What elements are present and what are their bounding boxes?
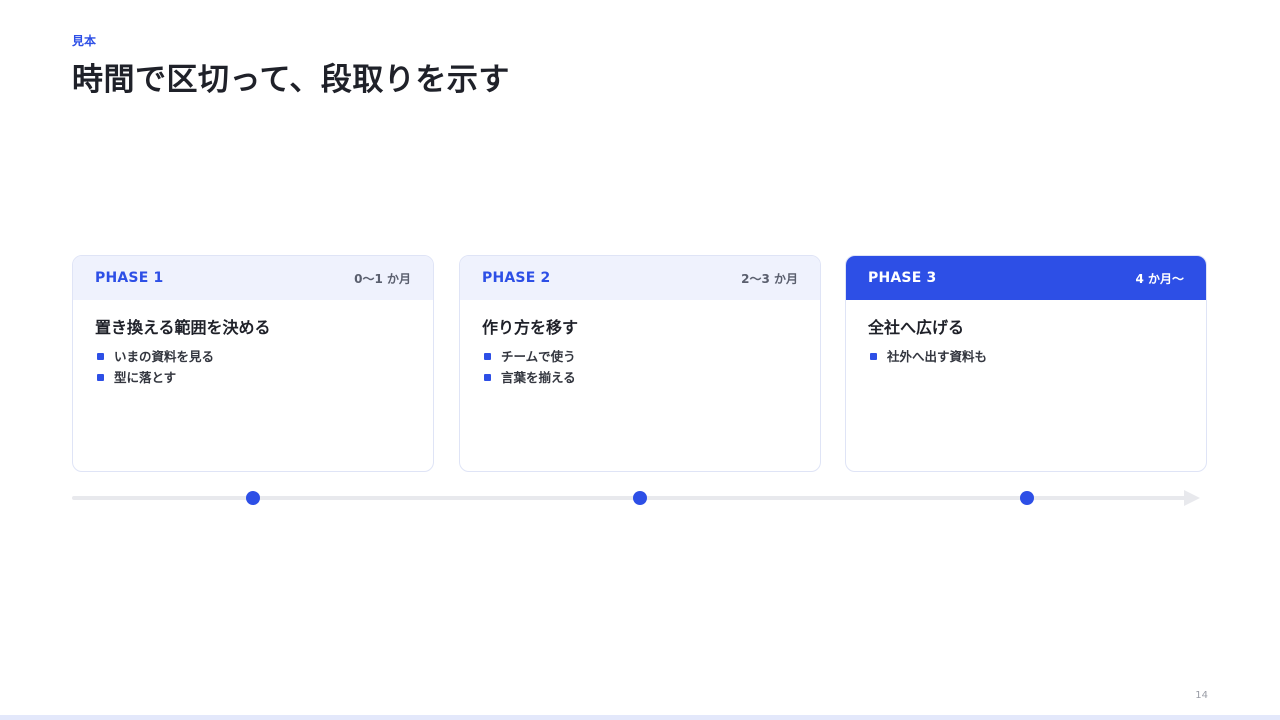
phase-card-body: 全社へ広げる 社外へ出す資料も xyxy=(846,300,1206,367)
phase-label: PHASE 1 xyxy=(95,270,164,286)
phase-card-2: PHASE 2 2〜3 か月 作り方を移す チームで使う 言葉を揃える xyxy=(459,255,821,472)
bullet-list: チームで使う 言葉を揃える xyxy=(482,346,798,388)
list-item: チームで使う xyxy=(482,346,798,367)
circle-marker-icon xyxy=(246,491,260,505)
bullet-text: 型に落とす xyxy=(114,370,177,385)
list-item: 言葉を揃える xyxy=(482,367,798,388)
eyebrow-label: 見本 xyxy=(72,34,97,48)
square-bullet-icon xyxy=(484,374,491,381)
phase-card-body: 作り方を移す チームで使う 言葉を揃える xyxy=(460,300,820,388)
bottom-accent-bar xyxy=(0,715,1280,720)
square-bullet-icon xyxy=(484,353,491,360)
bullet-text: 言葉を揃える xyxy=(501,370,576,385)
slide: 見本 時間で区切って、段取りを示す PHASE 1 0〜1 か月 置き換える範囲… xyxy=(0,0,1280,720)
bullet-text: いまの資料を見る xyxy=(114,349,215,364)
phase-title: 全社へ広げる xyxy=(868,318,965,337)
page-title: 時間で区切って、段取りを示す xyxy=(72,62,510,98)
bullet-list: 社外へ出す資料も xyxy=(868,346,1184,367)
phase-card-header: PHASE 3 4 か月〜 xyxy=(846,256,1206,300)
square-bullet-icon xyxy=(97,374,104,381)
page-number: 14 xyxy=(1195,690,1208,701)
list-item: 社外へ出す資料も xyxy=(868,346,1184,367)
bullet-text: チームで使う xyxy=(501,349,576,364)
phase-card-header: PHASE 1 0〜1 か月 xyxy=(73,256,433,300)
circle-marker-icon xyxy=(1020,491,1034,505)
list-item: いまの資料を見る xyxy=(95,346,411,367)
square-bullet-icon xyxy=(870,353,877,360)
phase-period: 0〜1 か月 xyxy=(354,271,411,286)
phase-period: 4 か月〜 xyxy=(1135,271,1184,286)
phase-title: 置き換える範囲を決める xyxy=(95,318,271,337)
phase-card-3: PHASE 3 4 か月〜 全社へ広げる 社外へ出す資料も xyxy=(845,255,1207,472)
phase-label: PHASE 2 xyxy=(482,270,551,286)
phase-period: 2〜3 か月 xyxy=(741,271,798,286)
phase-card-header: PHASE 2 2〜3 か月 xyxy=(460,256,820,300)
bullet-list: いまの資料を見る 型に落とす xyxy=(95,346,411,388)
arrow-right-icon xyxy=(1184,490,1200,506)
circle-marker-icon xyxy=(633,491,647,505)
phase-label: PHASE 3 xyxy=(868,270,937,286)
bullet-text: 社外へ出す資料も xyxy=(887,349,988,364)
phase-title: 作り方を移す xyxy=(482,318,579,337)
phase-card-1: PHASE 1 0〜1 か月 置き換える範囲を決める いまの資料を見る 型に落と… xyxy=(72,255,434,472)
square-bullet-icon xyxy=(97,353,104,360)
phase-card-body: 置き換える範囲を決める いまの資料を見る 型に落とす xyxy=(73,300,433,388)
list-item: 型に落とす xyxy=(95,367,411,388)
